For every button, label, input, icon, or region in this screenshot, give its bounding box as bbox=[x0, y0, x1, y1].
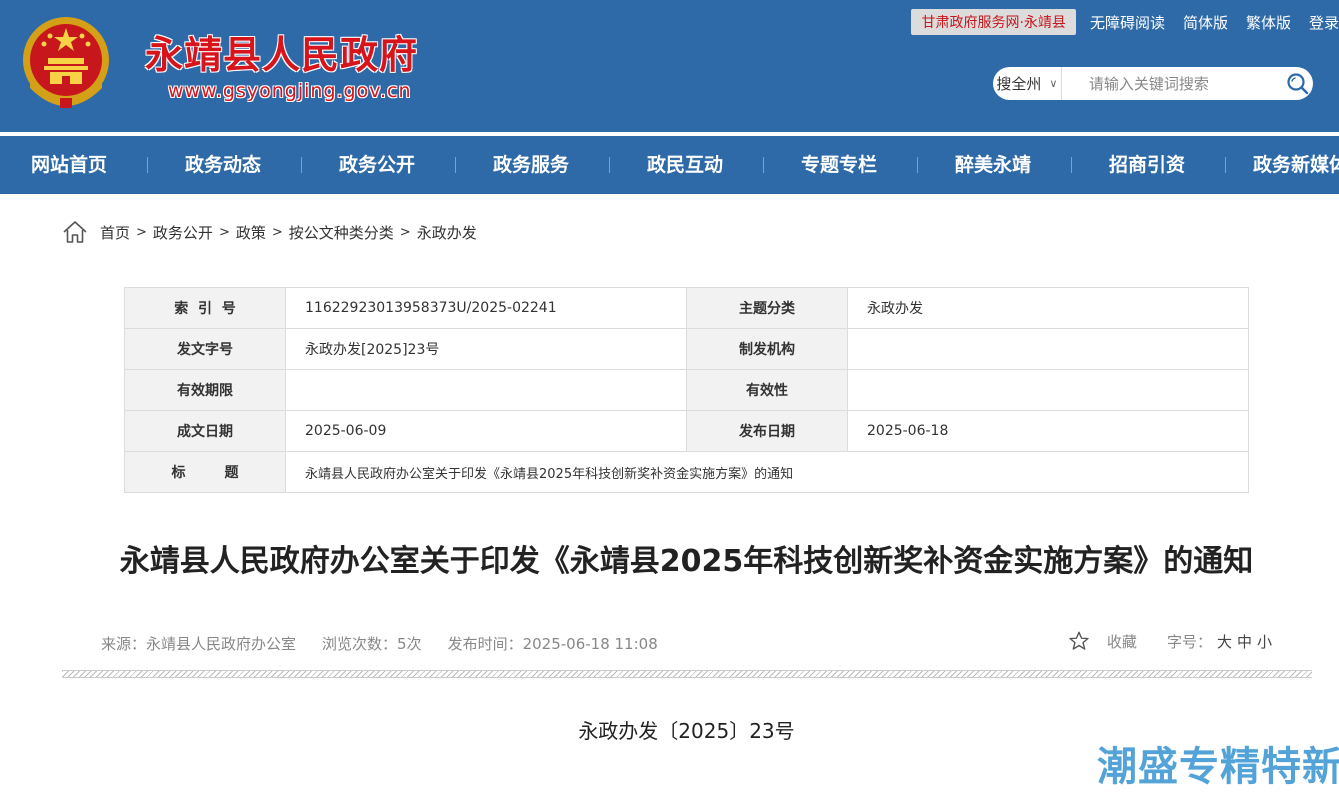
table-row: 成文日期 2025-06-09 发布日期 2025-06-18 bbox=[124, 410, 1249, 452]
nav-separator bbox=[609, 157, 610, 173]
nav-separator bbox=[763, 157, 764, 173]
topic-label: 主题分类 bbox=[686, 287, 848, 329]
breadcrumb-home[interactable]: 首页 bbox=[100, 222, 130, 243]
nav-separator bbox=[1071, 157, 1072, 173]
written-date-label: 成文日期 bbox=[124, 410, 286, 452]
validity-period-label: 有效期限 bbox=[124, 369, 286, 411]
font-size-label: 字号： bbox=[1166, 632, 1212, 651]
site-header: 永靖县人民政府 www.gsyongjing.gov.cn 甘肃政府服务网·永靖… bbox=[0, 0, 1339, 132]
search-scope-label: 搜全州 bbox=[996, 75, 1042, 93]
breadcrumb-disclosure[interactable]: 政务公开 bbox=[153, 222, 213, 243]
issuer-label: 制发机构 bbox=[686, 328, 848, 370]
gansu-service-portal-link[interactable]: 甘肃政府服务网·永靖县 bbox=[911, 9, 1076, 35]
favorite-button[interactable]: 收藏 bbox=[1107, 631, 1137, 652]
login-link[interactable]: 登录 bbox=[1309, 12, 1339, 33]
publish-date-label: 发布日期 bbox=[686, 410, 848, 452]
article-tools: 收藏 字号： 大 中 小 bbox=[1068, 630, 1272, 652]
article-source: 来源：永靖县人民政府办公室 bbox=[101, 635, 297, 653]
font-size-small-button[interactable]: 小 bbox=[1257, 631, 1272, 652]
traditional-chinese-link[interactable]: 繁体版 bbox=[1246, 12, 1291, 33]
search-scope-dropdown[interactable]: 搜全州 ∨ bbox=[993, 67, 1062, 100]
breadcrumb-separator: > bbox=[218, 224, 230, 240]
written-date-value: 2025-06-09 bbox=[285, 410, 687, 452]
breadcrumb: 首页 > 政务公开 > 政策 > 按公文种类分类 > 永政办发 bbox=[62, 218, 477, 246]
site-url[interactable]: www.gsyongjing.gov.cn bbox=[168, 80, 412, 102]
search-button[interactable] bbox=[1283, 67, 1313, 100]
search-box: 搜全州 ∨ bbox=[993, 67, 1313, 100]
title-value: 永靖县人民政府办公室关于印发《永靖县2025年科技创新奖补资金实施方案》的通知 bbox=[285, 451, 1249, 493]
nav-item-investment[interactable]: 招商引资 bbox=[1109, 136, 1185, 194]
issuer-value bbox=[847, 328, 1249, 370]
topic-value: 永政办发 bbox=[847, 287, 1249, 329]
main-nav: 网站首页 政务动态 政务公开 政务服务 政民互动 专题专栏 醉美永靖 招商引资 … bbox=[0, 136, 1339, 194]
search-input[interactable] bbox=[1061, 67, 1283, 100]
nav-item-news[interactable]: 政务动态 bbox=[185, 136, 261, 194]
nav-separator bbox=[147, 157, 148, 173]
nav-item-topics[interactable]: 专题专栏 bbox=[801, 136, 877, 194]
breadcrumb-policy[interactable]: 政策 bbox=[236, 222, 266, 243]
content-divider bbox=[62, 670, 1312, 678]
breadcrumb-separator: > bbox=[136, 224, 147, 240]
watermark-text: 潮盛专精特新 bbox=[1097, 744, 1339, 790]
simplified-chinese-link[interactable]: 简体版 bbox=[1183, 12, 1228, 33]
article-views: 浏览次数：5次 bbox=[322, 635, 422, 653]
top-links: 甘肃政府服务网·永靖县 无障碍阅读 简体版 繁体版 登录 bbox=[911, 9, 1339, 35]
validity-value bbox=[847, 369, 1249, 411]
nav-item-interaction[interactable]: 政民互动 bbox=[647, 136, 723, 194]
nav-separator bbox=[917, 157, 918, 173]
title-label: 标 题 bbox=[124, 451, 286, 493]
article-title: 永靖县人民政府办公室关于印发《永靖县2025年科技创新奖补资金实施方案》的通知 bbox=[119, 544, 1254, 579]
breadcrumb-current[interactable]: 永政办发 bbox=[417, 222, 477, 243]
table-row: 标 题 永靖县人民政府办公室关于印发《永靖县2025年科技创新奖补资金实施方案》… bbox=[124, 451, 1249, 493]
nav-separator bbox=[301, 157, 302, 173]
table-row: 索 引 号 11622923013958373U/2025-02241 主题分类… bbox=[124, 287, 1249, 329]
search-icon bbox=[1287, 72, 1309, 94]
breadcrumb-doc-type[interactable]: 按公文种类分类 bbox=[289, 222, 394, 243]
breadcrumb-separator: > bbox=[271, 224, 283, 240]
nav-item-home[interactable]: 网站首页 bbox=[31, 136, 107, 194]
site-title[interactable]: 永靖县人民政府 bbox=[145, 24, 418, 79]
font-size-medium-button[interactable]: 中 bbox=[1237, 631, 1252, 652]
accessible-reading-link[interactable]: 无障碍阅读 bbox=[1090, 12, 1165, 33]
chevron-down-icon: ∨ bbox=[1049, 77, 1058, 90]
nav-item-services[interactable]: 政务服务 bbox=[493, 136, 569, 194]
home-icon bbox=[63, 221, 87, 243]
table-row: 发文字号 永政办发[2025]23号 制发机构 bbox=[124, 328, 1249, 370]
nav-separator bbox=[455, 157, 456, 173]
doc-number-value: 永政办发[2025]23号 bbox=[285, 328, 687, 370]
doc-number-label: 发文字号 bbox=[124, 328, 286, 370]
nav-item-new-media[interactable]: 政务新媒体 bbox=[1253, 136, 1339, 194]
publish-date-value: 2025-06-18 bbox=[847, 410, 1249, 452]
nav-item-disclosure[interactable]: 政务公开 bbox=[339, 136, 415, 194]
breadcrumb-separator: > bbox=[399, 224, 411, 240]
article-publish-time: 发布时间：2025-06-18 11:08 bbox=[447, 635, 658, 653]
index-number-value: 11622923013958373U/2025-02241 bbox=[285, 287, 687, 329]
national-emblem-icon[interactable] bbox=[20, 14, 112, 110]
star-icon[interactable] bbox=[1068, 630, 1090, 652]
nav-separator bbox=[1225, 157, 1226, 173]
nav-item-scenery[interactable]: 醉美永靖 bbox=[955, 136, 1031, 194]
validity-label: 有效性 bbox=[686, 369, 848, 411]
font-size-large-button[interactable]: 大 bbox=[1217, 631, 1232, 652]
article-meta: 来源：永靖县人民政府办公室 浏览次数：5次 发布时间：2025-06-18 11… bbox=[101, 633, 684, 654]
index-number-label: 索 引 号 bbox=[124, 287, 286, 329]
validity-period-value bbox=[285, 369, 687, 411]
table-row: 有效期限 有效性 bbox=[124, 369, 1249, 411]
document-info-table: 索 引 号 11622923013958373U/2025-02241 主题分类… bbox=[124, 287, 1249, 493]
